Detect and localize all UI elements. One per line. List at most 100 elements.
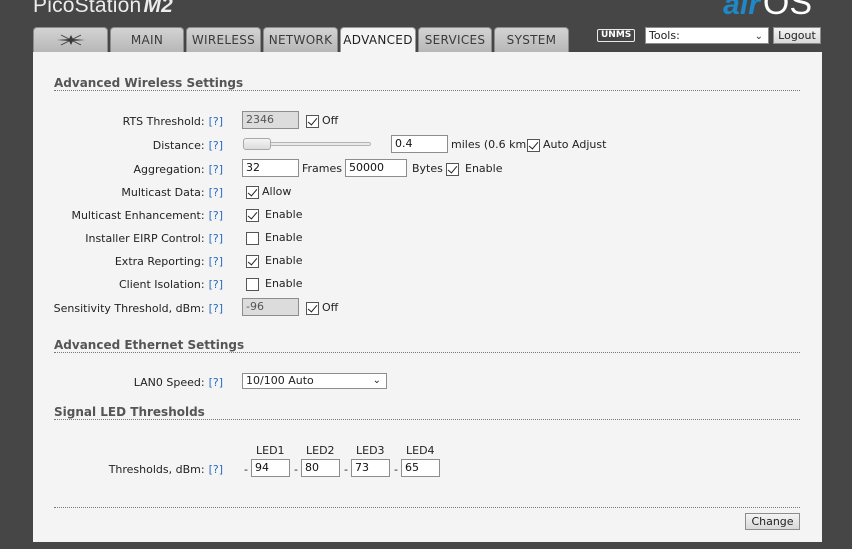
installer-eirp-checkbox[interactable] — [246, 232, 259, 245]
aggregation-frames-input[interactable]: 32 — [242, 159, 299, 177]
rts-threshold-label: RTS Threshold: [?] — [123, 115, 223, 128]
airos-logo-air: air — [723, 0, 760, 21]
led-separator: - — [244, 463, 248, 476]
help-link[interactable]: [?] — [209, 302, 223, 315]
multicast-data-label: Multicast Data: [?] — [121, 186, 223, 199]
extra-reporting-option: Enable — [265, 254, 303, 267]
lan0-speed-label: LAN0 Speed: [?] — [134, 376, 223, 389]
extra-reporting-label: Extra Reporting: [?] — [115, 255, 223, 268]
help-link[interactable]: [?] — [209, 209, 223, 222]
lan0-speed-value: 10/100 Auto — [246, 374, 314, 387]
led-thresholds-label-text: Thresholds, dBm: — [108, 463, 205, 476]
multicast-data-checkbox[interactable] — [246, 186, 259, 199]
section-divider — [54, 507, 800, 508]
help-link[interactable]: [?] — [209, 163, 223, 176]
led3-threshold-input[interactable]: 73 — [351, 459, 390, 477]
section-divider — [54, 419, 800, 420]
tab-logo[interactable] — [33, 27, 108, 52]
multicast-enhancement-label: Multicast Enhancement: [?] — [71, 209, 223, 222]
tab-main[interactable]: MAIN — [110, 27, 184, 52]
airos-logo-os: OS — [762, 0, 812, 22]
extra-reporting-label-text: Extra Reporting: — [114, 255, 205, 268]
client-isolation-label-text: Client Isolation: — [118, 278, 205, 291]
help-link[interactable]: [?] — [209, 278, 223, 291]
section-title-signal-led: Signal LED Thresholds — [54, 405, 205, 419]
aggregation-bytes-label: Bytes — [412, 162, 443, 175]
rts-off-checkbox[interactable] — [306, 115, 319, 128]
help-link[interactable]: [?] — [209, 376, 223, 389]
client-isolation-label: Client Isolation: [?] — [119, 278, 223, 291]
led3-header: LED3 — [356, 444, 385, 457]
led-separator: - — [294, 463, 298, 476]
sensitivity-off-label: Off — [322, 301, 339, 314]
multicast-data-option: Allow — [262, 185, 292, 198]
led4-header: LED4 — [406, 444, 435, 457]
aggregation-label: Aggregation: [?] — [134, 163, 223, 176]
change-button[interactable]: Change — [745, 513, 800, 530]
led4-threshold-input[interactable]: 65 — [401, 459, 440, 477]
aggregation-bytes-input[interactable]: 50000 — [345, 159, 407, 177]
help-link[interactable]: [?] — [209, 463, 223, 476]
tab-wireless[interactable]: WIRELESS — [186, 27, 261, 52]
unms-badge[interactable]: UNMS — [597, 29, 636, 42]
tools-select[interactable]: Tools: ⌄ — [645, 27, 769, 44]
lan0-speed-select[interactable]: 10/100 Auto ⌄ — [242, 373, 387, 389]
extra-reporting-checkbox[interactable] — [246, 255, 259, 268]
help-link[interactable]: [?] — [209, 232, 223, 245]
product-label: PicoStation — [33, 0, 142, 17]
help-link[interactable]: [?] — [209, 115, 223, 128]
chevron-down-icon: ⌄ — [754, 31, 763, 42]
distance-auto-adjust-checkbox[interactable] — [527, 139, 540, 152]
section-divider — [54, 352, 800, 353]
settings-panel: Advanced Wireless Settings RTS Threshold… — [33, 52, 822, 542]
airos-logo: airOS — [723, 0, 812, 23]
section-divider — [54, 90, 800, 91]
section-title-advanced-wireless: Advanced Wireless Settings — [54, 76, 244, 90]
sensitivity-off-checkbox[interactable] — [306, 302, 319, 315]
led-separator: - — [394, 463, 398, 476]
distance-label-text: Distance: — [152, 139, 205, 152]
distance-units: miles (0.6 km) — [451, 138, 531, 151]
multicast-enhancement-label-text: Multicast Enhancement: — [71, 209, 205, 222]
sensitivity-threshold-label: Sensitivity Threshold, dBm: [?] — [54, 302, 223, 315]
multicast-enhancement-checkbox[interactable] — [246, 209, 259, 222]
rts-threshold-label-text: RTS Threshold: — [122, 115, 205, 128]
help-link[interactable]: [?] — [209, 186, 223, 199]
aggregation-frames-label: Frames — [302, 162, 343, 175]
lan0-speed-label-text: LAN0 Speed: — [133, 376, 205, 389]
model-label: M2 — [143, 0, 174, 17]
multicast-enhancement-option: Enable — [265, 208, 303, 221]
logout-button[interactable]: Logout — [773, 27, 821, 44]
client-isolation-checkbox[interactable] — [246, 278, 259, 291]
help-link[interactable]: [?] — [209, 255, 223, 268]
led2-threshold-input[interactable]: 80 — [301, 459, 340, 477]
tools-select-value: Tools: — [649, 29, 680, 42]
led-separator: - — [344, 463, 348, 476]
chevron-down-icon: ⌄ — [372, 375, 381, 386]
installer-eirp-label: Installer EIRP Control: [?] — [85, 232, 223, 245]
tab-system[interactable]: SYSTEM — [494, 27, 569, 52]
led1-threshold-input[interactable]: 94 — [251, 459, 290, 477]
ubiquiti-logo-icon — [34, 28, 107, 52]
rts-threshold-input[interactable]: 2346 — [242, 111, 299, 129]
tab-advanced[interactable]: ADVANCED — [340, 27, 416, 52]
aggregation-label-text: Aggregation: — [133, 163, 205, 176]
distance-input[interactable]: 0.4 — [391, 135, 448, 153]
tab-services[interactable]: SERVICES — [418, 27, 492, 52]
installer-eirp-label-text: Installer EIRP Control: — [85, 232, 205, 245]
sensitivity-threshold-label-text: Sensitivity Threshold, dBm: — [53, 302, 205, 315]
client-isolation-option: Enable — [265, 277, 303, 290]
section-title-advanced-ethernet: Advanced Ethernet Settings — [54, 338, 245, 352]
help-link[interactable]: [?] — [209, 139, 223, 152]
product-name: PicoStationM2 — [33, 0, 173, 18]
tab-network[interactable]: NETWORK — [263, 27, 338, 52]
distance-slider-handle[interactable] — [243, 138, 271, 150]
sensitivity-threshold-input[interactable]: -96 — [242, 298, 299, 316]
aggregation-enable-checkbox[interactable] — [446, 163, 459, 176]
distance-auto-adjust-label: Auto Adjust — [543, 138, 607, 151]
led1-header: LED1 — [256, 444, 285, 457]
aggregation-enable-label: Enable — [465, 162, 503, 175]
multicast-data-label-text: Multicast Data: — [121, 186, 205, 199]
rts-off-label: Off — [322, 114, 339, 127]
distance-label: Distance: [?] — [153, 139, 223, 152]
